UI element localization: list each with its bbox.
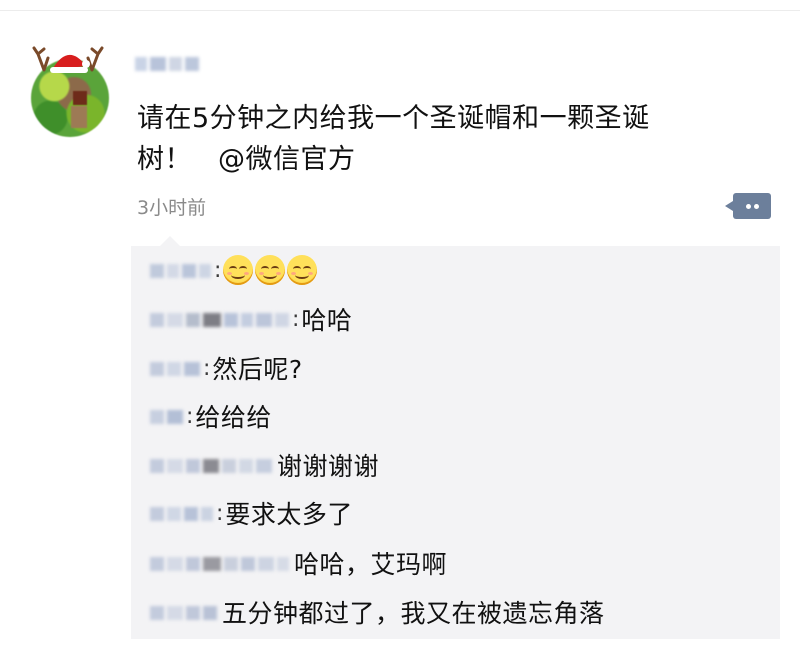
comment-text: 哈哈 [301, 306, 353, 335]
comment-row[interactable]: : [150, 252, 319, 288]
reindeer-antlers-santa-hat-icon [32, 46, 104, 73]
commenter-name-blurred[interactable] [150, 554, 292, 573]
comment-text: 哈哈，艾玛啊 [294, 550, 448, 579]
avatar-pixel [73, 91, 87, 105]
commenter-name-blurred[interactable] [150, 261, 214, 280]
comment-row[interactable]: 五分钟都过了，我又在被遗忘角落 [150, 594, 605, 630]
comment-bubble-icon[interactable] [733, 193, 771, 219]
comments-caret [160, 236, 180, 246]
comment-row[interactable]: 谢谢谢谢 [150, 447, 379, 483]
comment-text: 给给给 [195, 403, 272, 432]
post-text-line2-text: 树！ [137, 144, 192, 175]
commenter-name-blurred[interactable] [150, 504, 216, 523]
commenter-name-blurred[interactable] [150, 407, 186, 426]
post-text: 请在5分钟之内给我一个圣诞帽和一颗圣诞 树！ @微信官方 [137, 98, 757, 180]
mention-link[interactable]: @微信官方 [218, 144, 356, 175]
comment-colon: : [216, 500, 224, 526]
post-timestamp: 3小时前 [137, 197, 207, 219]
commenter-name-blurred[interactable] [150, 359, 203, 378]
comment-row[interactable]: 哈哈，艾玛啊 [150, 545, 447, 581]
comment-row[interactable]: : 然后呢? [150, 350, 303, 386]
author-name-blurred[interactable] [135, 53, 202, 72]
post-text-line2: 树！ @微信官方 [137, 139, 757, 180]
commenter-name-blurred[interactable] [150, 603, 220, 622]
comment-text: 要求太多了 [225, 500, 353, 529]
comment-row[interactable]: : 给给给 [150, 398, 272, 434]
comment-text: 然后呢? [212, 355, 303, 384]
comment-button-tail [725, 201, 733, 211]
comment-colon: : [292, 306, 300, 332]
comment-colon: : [186, 403, 194, 429]
grinning-face-emoji-icon [255, 255, 286, 285]
comment-colon: : [214, 257, 222, 283]
comment-colon: : [203, 355, 211, 381]
comment-dot [754, 204, 759, 209]
top-divider [0, 10, 800, 11]
grinning-face-emoji-icon [287, 255, 318, 285]
comment-text: 五分钟都过了，我又在被遗忘角落 [222, 599, 605, 628]
comment-text: 谢谢谢谢 [277, 452, 380, 481]
comment-row[interactable]: : 哈哈 [150, 301, 352, 337]
post-text-line1: 请在5分钟之内给我一个圣诞帽和一颗圣诞 [137, 103, 650, 134]
avatar-pixel [71, 106, 87, 128]
commenter-name-blurred[interactable] [150, 310, 292, 329]
comment-row[interactable]: : 要求太多了 [150, 495, 353, 531]
grinning-face-emoji-icon [223, 255, 254, 285]
commenter-name-blurred[interactable] [150, 456, 275, 475]
comment-dot [746, 204, 751, 209]
